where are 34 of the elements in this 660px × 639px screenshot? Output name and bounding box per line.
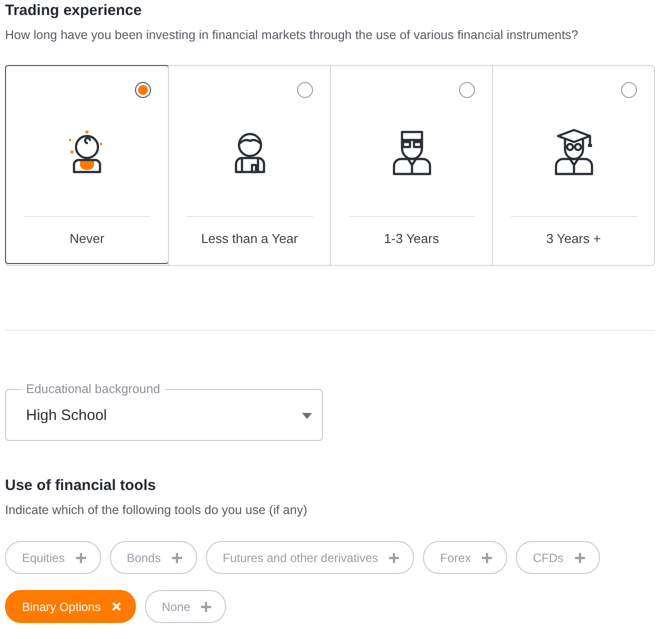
section-heading: Use of financial tools — [5, 477, 157, 495]
education-dropdown[interactable]: Educational background High School — [5, 381, 323, 441]
dropdown-label: Educational background — [25, 381, 162, 397]
plus-icon — [201, 602, 212, 612]
tool-chip[interactable]: Bonds — [110, 541, 197, 574]
section-heading: Trading experience — [5, 2, 143, 20]
plus-icon — [172, 552, 182, 562]
plus-icon — [482, 552, 492, 562]
radio-button[interactable] — [135, 82, 151, 98]
tool-chip[interactable]: None — [144, 590, 226, 623]
tool-chip[interactable]: Futures and other derivatives — [206, 541, 414, 574]
option-card[interactable]: Less than a Year — [168, 66, 330, 265]
plus-icon — [574, 552, 585, 562]
section-description: Indicate which of the following tools do you use (if any) — [5, 502, 308, 518]
option-card[interactable]: 3 Years + — [492, 66, 654, 265]
option-card[interactable]: Never — [5, 65, 169, 264]
option-label: Less than a Year — [201, 231, 298, 246]
tool-chip[interactable]: CFDs — [516, 541, 600, 574]
option-label: 1-3 Years — [384, 231, 439, 246]
tool-chip[interactable]: Forex — [423, 541, 507, 574]
radio-button[interactable] — [297, 82, 313, 98]
plus-icon — [76, 552, 86, 562]
dropdown-value: High School — [26, 407, 107, 424]
option-card[interactable]: 1-3 Years — [330, 66, 492, 265]
tool-chip[interactable]: Equities — [5, 541, 101, 574]
option-label: 3 Years + — [546, 231, 601, 246]
plus-icon — [389, 552, 400, 562]
section-description: How long have you been investing in financial markets through the use of various financial instruments? — [5, 27, 580, 43]
radio-button[interactable] — [621, 82, 637, 98]
caret-icon — [302, 412, 312, 418]
tool-chip[interactable]: Binary Options — [5, 590, 136, 623]
close-icon — [112, 602, 121, 611]
option-label: Never — [70, 231, 104, 246]
radio-button[interactable] — [459, 82, 475, 98]
